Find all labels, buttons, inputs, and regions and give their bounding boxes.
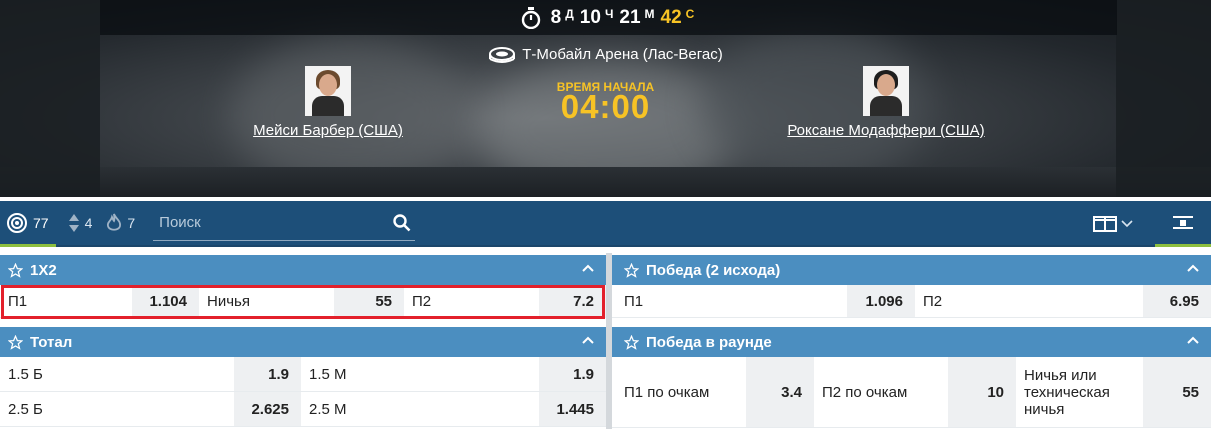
timer-hours: 10 xyxy=(579,6,601,28)
odds-row: П1 по очкам 3.4 П2 по очкам 10 Ничья или… xyxy=(612,357,1211,428)
arena-name: Т-Мобайл Арена (Лас-Вегас) xyxy=(522,45,723,63)
odds-value[interactable]: 55 xyxy=(1143,357,1211,427)
arena-info: Т-Мобайл Арена (Лас-Вегас) xyxy=(0,44,1211,64)
odds-row: 1.5 Б 1.9 1.5 М 1.9 xyxy=(0,357,606,392)
chevron-up-icon[interactable] xyxy=(1187,336,1199,344)
odds-value[interactable]: 3.4 xyxy=(746,357,814,427)
columns-icon xyxy=(1093,216,1117,232)
market-title: 1X2 xyxy=(30,261,57,279)
fighter-2-link[interactable]: Роксане Модаффери (США) xyxy=(776,122,996,139)
market-round-header[interactable]: Победа в раунде xyxy=(612,327,1211,357)
star-icon[interactable] xyxy=(8,262,23,278)
outcome-label[interactable]: П1 xyxy=(612,285,847,317)
stadium-icon xyxy=(489,47,516,63)
filter-hot-count: 7 xyxy=(127,215,136,231)
chevron-down-icon xyxy=(1121,220,1133,228)
market-win2-header[interactable]: Победа (2 исхода) xyxy=(612,255,1211,285)
fighter-1-link[interactable]: Мейси Барбер (США) xyxy=(218,122,438,139)
star-icon[interactable] xyxy=(624,262,639,278)
market-1x2-header[interactable]: 1X2 xyxy=(0,255,606,285)
market-title: Тотал xyxy=(30,333,73,351)
fighter-1-photo xyxy=(305,66,351,116)
fighter-2: Роксане Модаффери (США) xyxy=(776,66,996,139)
start-time: 04:00 xyxy=(560,88,651,125)
stopwatch-icon xyxy=(521,6,540,29)
outcome-label[interactable]: П2 xyxy=(404,285,539,317)
timer-minutes-unit: М xyxy=(644,6,655,21)
market-round-win: Победа в раунде П1 по очкам 3.4 П2 по оч… xyxy=(612,327,1211,428)
outcome-label[interactable]: 1.5 Б xyxy=(0,357,234,391)
search-input[interactable]: Поиск xyxy=(159,214,201,231)
outcome-label[interactable]: П2 xyxy=(915,285,1143,317)
odds-value[interactable]: 1.096 xyxy=(847,285,915,317)
target-icon xyxy=(7,213,27,233)
market-total-header[interactable]: Тотал xyxy=(0,327,606,357)
countdown-timer: 8 Д 10 Ч 21 М 42 С xyxy=(100,0,1117,35)
odds-value[interactable]: 1.445 xyxy=(539,392,606,426)
pin-top-button[interactable] xyxy=(1155,201,1211,247)
star-icon[interactable] xyxy=(624,334,639,350)
outcome-label[interactable]: 2.5 Б xyxy=(0,392,234,426)
sort-arrows-icon xyxy=(68,214,79,232)
market-win-2-outcomes: Победа (2 исхода) П1 1.096 П2 6.95 xyxy=(612,255,1211,318)
odds-value[interactable]: 10 xyxy=(948,357,1016,427)
odds-value[interactable]: 1.9 xyxy=(234,357,301,391)
outcome-label[interactable]: П1 по очкам xyxy=(612,357,746,427)
market-1x2: 1X2 П1 1.104 Ничья 55 П2 7.2 xyxy=(0,255,606,318)
odds-row: 2.5 Б 2.625 2.5 М 1.445 xyxy=(0,392,606,427)
odds-value[interactable]: 6.95 xyxy=(1143,285,1211,317)
odds-row: П1 1.096 П2 6.95 xyxy=(612,285,1211,318)
timer-hours-unit: Ч xyxy=(604,6,614,21)
timer-seconds: 42 xyxy=(660,6,682,28)
timer-days-unit: Д xyxy=(565,6,574,21)
odds-value[interactable]: 2.625 xyxy=(234,392,301,426)
layout-toggle-button[interactable] xyxy=(1093,216,1133,232)
timer-minutes: 21 xyxy=(619,6,641,28)
star-icon[interactable] xyxy=(8,334,23,350)
fighter-2-photo xyxy=(863,66,909,116)
search-field[interactable]: Поиск xyxy=(153,205,416,241)
pin-top-icon xyxy=(1173,215,1193,229)
chevron-up-icon[interactable] xyxy=(582,336,594,344)
odds-value[interactable]: 7.2 xyxy=(539,285,606,317)
outcome-label[interactable]: Ничья или техническая ничья xyxy=(1016,357,1143,427)
fighter-1: Мейси Барбер (США) xyxy=(218,66,438,139)
flame-icon xyxy=(107,213,122,231)
filter-updown-count: 4 xyxy=(84,215,93,231)
outcome-label[interactable]: 2.5 М xyxy=(301,392,539,426)
outcome-label[interactable]: 1.5 М xyxy=(301,357,539,391)
chevron-up-icon[interactable] xyxy=(1187,264,1199,272)
odds-row: П1 1.104 Ничья 55 П2 7.2 xyxy=(0,285,606,318)
outcome-label[interactable]: П1 xyxy=(0,285,132,317)
chevron-up-icon[interactable] xyxy=(582,264,594,272)
timer-days: 8 xyxy=(550,6,562,28)
market-title: Победа (2 исхода) xyxy=(646,261,781,279)
markets-toolbar: 77 4 7 Поиск xyxy=(0,201,1211,247)
filter-hot[interactable]: 7 xyxy=(106,213,135,233)
filter-updown[interactable]: 4 xyxy=(68,213,93,233)
market-title: Победа в раунде xyxy=(646,333,772,351)
outcome-label[interactable]: П2 по очкам xyxy=(814,357,948,427)
filter-all[interactable]: 77 xyxy=(6,212,54,234)
search-icon[interactable] xyxy=(393,213,411,232)
market-total: Тотал 1.5 Б 1.9 1.5 М 1.9 2.5 Б 2.625 2.… xyxy=(0,327,606,427)
odds-value[interactable]: 1.9 xyxy=(539,357,606,391)
filter-all-count: 77 xyxy=(33,215,49,231)
timer-seconds-unit: С xyxy=(685,6,695,21)
outcome-label[interactable]: Ничья xyxy=(199,285,334,317)
odds-value[interactable]: 1.104 xyxy=(132,285,199,317)
odds-value[interactable]: 55 xyxy=(334,285,404,317)
